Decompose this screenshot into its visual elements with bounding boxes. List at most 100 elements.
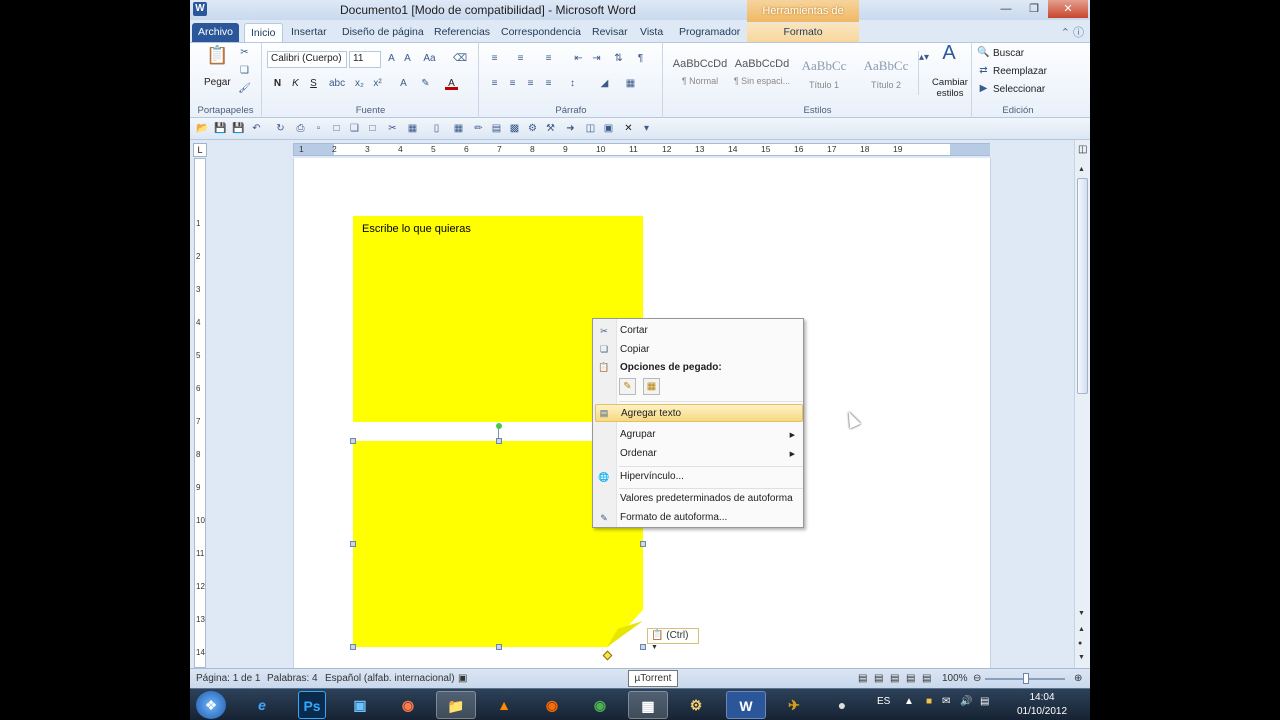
toolbar-dropdown-icon[interactable]: ▾ bbox=[640, 122, 653, 135]
view-draft-icon[interactable]: ▤ bbox=[922, 673, 931, 684]
status-language[interactable]: Español (alfab. internacional) bbox=[325, 673, 455, 684]
status-page[interactable]: Página: 1 de 1 bbox=[196, 673, 261, 684]
copy-icon[interactable]: ❏ bbox=[238, 65, 251, 77]
resize-handle[interactable] bbox=[496, 644, 502, 650]
internet-explorer-icon[interactable]: e bbox=[242, 691, 282, 719]
zoom-in-icon[interactable]: ⊕ bbox=[1074, 673, 1082, 684]
multilevel-list-icon[interactable]: ≡ bbox=[542, 53, 555, 65]
subscript-icon[interactable]: x₂ bbox=[353, 78, 366, 90]
tab-insertar[interactable]: Insertar bbox=[285, 23, 333, 42]
borders-icon[interactable]: ▦ bbox=[624, 78, 637, 90]
paste-picture-icon[interactable]: ▦ bbox=[643, 378, 660, 395]
calculator-icon[interactable]: ▦ bbox=[628, 691, 668, 719]
resize-handle[interactable] bbox=[350, 438, 356, 444]
start-button-icon[interactable]: ❖ bbox=[196, 691, 226, 719]
zoom-slider-knob[interactable] bbox=[1023, 673, 1029, 684]
ruler-toggle-icon[interactable]: ◫ bbox=[1078, 144, 1087, 155]
bullets-icon[interactable]: ≡ bbox=[488, 53, 501, 65]
view-reading-icon[interactable]: ▤ bbox=[874, 673, 883, 684]
style-normal[interactable]: AaBbCcDd ¶ Normal bbox=[670, 53, 730, 97]
align-left-icon[interactable]: ≡ bbox=[488, 78, 501, 90]
resize-handle[interactable] bbox=[350, 541, 356, 547]
tray-package-icon[interactable]: ■ bbox=[926, 696, 932, 707]
adjust-handle[interactable] bbox=[602, 650, 613, 661]
tray-language[interactable]: ES bbox=[877, 696, 890, 707]
paste-button[interactable]: Pegar bbox=[204, 77, 231, 88]
utorrent-icon[interactable]: ● bbox=[822, 691, 862, 719]
paste-options-tag[interactable]: 📋 (Ctrl) ▼ bbox=[647, 628, 699, 651]
align-right-icon[interactable]: ≡ bbox=[524, 78, 537, 90]
tab-diseno-pagina[interactable]: Diseño de página bbox=[336, 23, 430, 42]
chrome-icon[interactable]: ◉ bbox=[580, 691, 620, 719]
numbering-icon[interactable]: ≡ bbox=[514, 53, 527, 65]
view-outline-icon[interactable]: ▤ bbox=[906, 673, 915, 684]
preview-icon[interactable]: ▫ bbox=[312, 122, 325, 135]
bold-button[interactable]: N bbox=[271, 78, 284, 90]
menu-item-cut[interactable]: Cortar bbox=[619, 322, 803, 340]
tab-programador[interactable]: Programador bbox=[673, 23, 746, 42]
rotation-handle[interactable] bbox=[496, 423, 502, 429]
resize-handle[interactable] bbox=[496, 438, 502, 444]
zoom-level[interactable]: 100% bbox=[942, 673, 968, 684]
font-name-combo[interactable]: Calibri (Cuerpo) bbox=[267, 51, 347, 68]
tray-expand-icon[interactable]: ▲ bbox=[904, 696, 914, 707]
menu-item-group[interactable]: Agrupar bbox=[619, 426, 803, 444]
frame-icon[interactable]: ▣ bbox=[602, 122, 615, 135]
underline-button[interactable]: S bbox=[307, 78, 320, 90]
macro-icon[interactable]: ⚙ bbox=[526, 122, 539, 135]
close-doc-icon[interactable]: ✕ bbox=[622, 122, 635, 135]
select-button[interactable]: Seleccionar bbox=[993, 84, 1045, 95]
prev-page-icon[interactable]: ▲ bbox=[1078, 626, 1085, 633]
tab-correspondencia[interactable]: Correspondencia bbox=[495, 23, 587, 42]
show-marks-icon[interactable]: ¶ bbox=[634, 53, 647, 65]
menu-item-shape-defaults[interactable]: Valores predeterminados de autoforma bbox=[619, 490, 803, 508]
redo-icon[interactable]: ↻ bbox=[274, 122, 287, 135]
media-icon[interactable]: ◉ bbox=[388, 691, 428, 719]
font-size-combo[interactable]: 11 bbox=[349, 51, 381, 68]
scroll-thumb[interactable] bbox=[1077, 178, 1088, 394]
superscript-icon[interactable]: x² bbox=[371, 78, 384, 90]
layout-icon[interactable]: ▯ bbox=[430, 122, 443, 135]
resize-handle[interactable] bbox=[640, 644, 646, 650]
vlc-icon[interactable]: ▲ bbox=[484, 691, 524, 719]
draw-icon[interactable]: ✏ bbox=[472, 122, 485, 135]
style-heading-2[interactable]: AaBbCc Título 2 bbox=[856, 53, 916, 97]
styles-scroll-icon[interactable]: ▴▾ bbox=[918, 51, 929, 95]
shading-icon[interactable]: ◢ bbox=[598, 78, 611, 90]
insert-picture-icon[interactable]: ▦ bbox=[406, 122, 419, 135]
line-spacing-icon[interactable]: ↕ bbox=[566, 78, 579, 90]
tab-formato[interactable]: Formato bbox=[747, 23, 859, 42]
align-center-icon[interactable]: ≡ bbox=[506, 78, 519, 90]
increase-indent-icon[interactable]: ⇥ bbox=[590, 53, 603, 65]
word-app-icon[interactable]: W bbox=[193, 2, 207, 16]
tab-selector[interactable]: L bbox=[193, 143, 207, 157]
status-words[interactable]: Palabras: 4 bbox=[267, 673, 318, 684]
firefox-icon[interactable]: ◉ bbox=[532, 691, 572, 719]
format-painter-icon[interactable]: 🖌 bbox=[238, 83, 251, 95]
word-taskbar-icon[interactable]: W bbox=[726, 691, 766, 719]
browse-object-icon[interactable]: ● bbox=[1078, 640, 1082, 647]
style-no-spacing[interactable]: AaBbCcDd ¶ Sin espaci... bbox=[732, 53, 792, 97]
excel-icon[interactable]: ▩ bbox=[508, 122, 521, 135]
scroll-up-icon[interactable]: ▲ bbox=[1078, 166, 1085, 173]
scroll-down-icon[interactable]: ▼ bbox=[1078, 610, 1085, 617]
vertical-scrollbar[interactable]: ◫ ▲ ▼ ▲ ● ▼ bbox=[1074, 140, 1090, 668]
clear-format-icon[interactable]: ⌫ bbox=[453, 53, 467, 65]
shrink-font-icon[interactable]: A bbox=[401, 53, 414, 65]
cut-icon[interactable]: ✂ bbox=[238, 47, 251, 59]
change-styles-button[interactable]: Cambiar estilos bbox=[930, 77, 970, 99]
next-page-icon[interactable]: ▼ bbox=[1078, 654, 1085, 661]
change-styles-icon[interactable]: A bbox=[938, 43, 960, 69]
tray-volume-icon[interactable]: 🔊 bbox=[960, 696, 972, 707]
shape-text[interactable]: Escribe lo que quieras bbox=[362, 223, 471, 235]
sort-icon[interactable]: ⇅ bbox=[612, 53, 625, 65]
photoshop-icon[interactable]: Ps bbox=[298, 691, 326, 719]
tab-archivo[interactable]: Archivo bbox=[192, 23, 240, 42]
highlight-icon[interactable]: ✎ bbox=[419, 78, 432, 90]
save-icon[interactable]: 💾 bbox=[232, 122, 245, 135]
cut-page-icon[interactable]: ✂ bbox=[386, 122, 399, 135]
package-icon[interactable]: ▣ bbox=[340, 691, 380, 719]
vertical-ruler[interactable]: 1 2 3 4 5 6 7 8 9 10 11 12 13 14 bbox=[194, 158, 206, 668]
folder-icon[interactable]: 📁 bbox=[436, 691, 476, 719]
tray-mail-icon[interactable]: ✉ bbox=[942, 696, 950, 707]
